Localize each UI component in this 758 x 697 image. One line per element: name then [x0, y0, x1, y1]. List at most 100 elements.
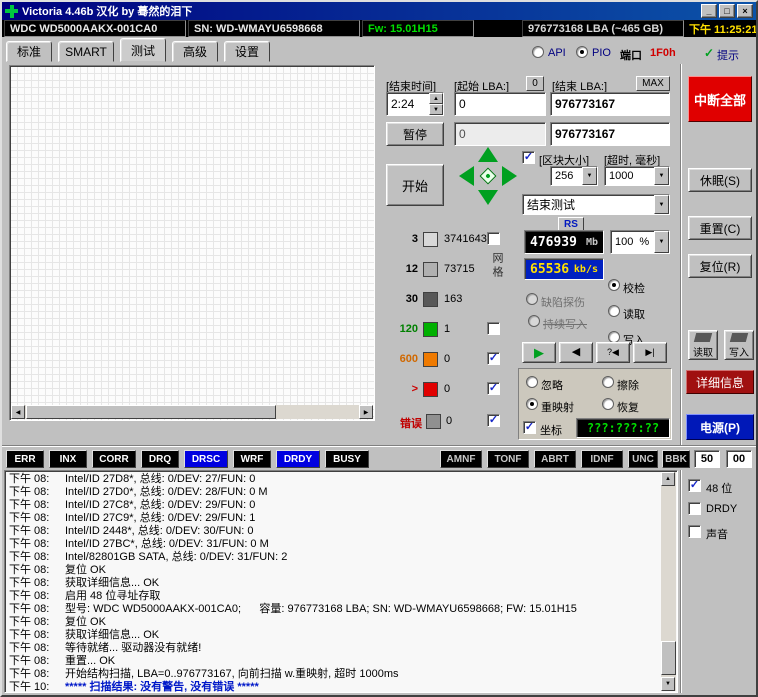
verify-radio[interactable]	[608, 279, 620, 291]
pio-radio[interactable]	[576, 46, 588, 58]
nav-down-icon[interactable]	[478, 190, 498, 205]
block-filter-checkbox[interactable]: ✓	[487, 232, 500, 245]
scan-map-hscrollbar[interactable]: ◀ ▶	[11, 405, 373, 419]
48bit-checkbox[interactable]: ✓	[688, 479, 701, 492]
end-lba-value-2: 976773167	[555, 127, 616, 141]
coordinates-checkbox[interactable]: ✓	[523, 421, 536, 434]
grid-label: 网格	[491, 252, 503, 280]
api-radio[interactable]	[532, 46, 544, 58]
passport-button[interactable]: 详细信息	[686, 370, 754, 394]
chevron-down-icon[interactable]: ▼	[654, 195, 669, 214]
loop-write-radio[interactable]	[528, 315, 540, 327]
end-action-select[interactable]: 结束测试 ▼	[522, 194, 670, 215]
error-swatch-icon	[426, 414, 441, 429]
window-title: Victoria 4.46b 汉化 by 蓦然的泪下	[22, 6, 193, 18]
hint-check-icon[interactable]: ✓	[704, 46, 714, 60]
log-line: 下午 08: 获取详细信息... OK	[9, 629, 160, 641]
minimize-button[interactable]: _	[701, 4, 717, 18]
sound-checkbox[interactable]: ✓	[688, 525, 701, 538]
scroll-up-icon[interactable]: ▲	[661, 472, 675, 486]
start-lba-zero-button[interactable]: 0	[526, 76, 544, 91]
remap-radio[interactable]	[526, 398, 538, 410]
chevron-down-icon[interactable]: ▼	[654, 231, 669, 253]
start-button[interactable]: 开始	[386, 164, 444, 206]
nav-up-icon[interactable]	[478, 147, 498, 162]
block-filter-checkbox[interactable]: ✓	[487, 352, 500, 365]
spin-up-icon[interactable]: ▲	[429, 93, 443, 104]
log-vscrollbar[interactable]: ▲ ▼	[661, 472, 676, 691]
timeout-select[interactable]: 1000 ▼	[604, 166, 670, 186]
scroll-left-icon[interactable]: ◀	[11, 405, 25, 419]
progress-mb-unit: Mb	[585, 236, 598, 248]
nav-left-icon[interactable]	[459, 166, 474, 186]
spin-down-icon[interactable]: ▼	[429, 104, 443, 115]
sleep-button[interactable]: 休眠(S)	[688, 168, 752, 192]
seek-button[interactable]: ?◀	[596, 342, 630, 363]
seek-icon: ?◀	[607, 347, 619, 357]
recall-button[interactable]: 重置(C)	[688, 216, 752, 240]
log-line-result: 下午 10: ***** 扫描结果: 没有警告, 没有错误 *****	[9, 681, 259, 693]
log-line: 下午 08: Intel/ID 27C8*, 总线: 0/DEV: 29/FUN:…	[9, 499, 256, 511]
tab-advanced[interactable]: 高级	[172, 41, 218, 62]
tab-standard[interactable]: 标准	[6, 41, 52, 62]
end-lba-max-button[interactable]: MAX	[636, 76, 670, 91]
ignore-radio[interactable]	[526, 376, 538, 388]
break-all-button[interactable]: 中断全部	[688, 76, 752, 122]
ignore-label: 忽略	[541, 380, 563, 392]
block-color-swatch	[423, 232, 438, 247]
block-count: 163	[444, 293, 463, 305]
progress-mb-display: 476939 Mb	[524, 230, 604, 254]
vscroll-thumb[interactable]	[661, 641, 676, 675]
current-lba-input[interactable]: 0	[454, 122, 546, 146]
log-line: 下午 08: Intel/ID 2448*, 总线: 0/DEV: 30/FUN:…	[9, 525, 254, 537]
block-threshold: 3	[411, 233, 418, 245]
nav-right-icon[interactable]	[502, 166, 517, 186]
chevron-down-icon[interactable]: ▼	[582, 167, 597, 185]
log-line: 下午 08: 获取详细信息... OK	[9, 577, 160, 589]
block-count: 0	[444, 383, 451, 395]
read-mini-button[interactable]: 读取	[688, 330, 718, 360]
scroll-down-icon[interactable]: ▼	[661, 677, 675, 691]
end-time-spinner[interactable]: 2:24 ▲ ▼	[386, 92, 444, 116]
error-filter-checkbox[interactable]: ✓	[487, 414, 500, 427]
progress-mb-value: 476939	[530, 234, 577, 250]
tab-smart[interactable]: SMART	[58, 41, 114, 62]
chevron-down-icon[interactable]: ▼	[654, 167, 669, 185]
block-filter-checkbox[interactable]: ✓	[487, 382, 500, 395]
tab-settings[interactable]: 设置	[224, 41, 270, 62]
step-end-button[interactable]: ▶|	[633, 342, 667, 363]
block-size-select[interactable]: 256 ▼	[550, 166, 598, 186]
hscroll-thumb[interactable]	[26, 405, 276, 419]
start-lba-input[interactable]: 0	[454, 92, 546, 116]
play-button[interactable]: ▶	[522, 342, 556, 363]
pause-button[interactable]: 暂停	[386, 122, 444, 146]
log-line: 下午 08: 启用 48 位寻址存取	[9, 590, 161, 602]
read-radio[interactable]	[608, 305, 620, 317]
restore-radio[interactable]	[602, 398, 614, 410]
drdy-checkbox[interactable]: ✓	[688, 502, 701, 515]
log-line: 下午 08: 型号: WDC WD5000AAKX-001CA0; 容量: 976…	[9, 603, 577, 615]
coordinates-display: ???:???:??	[576, 418, 670, 438]
close-button[interactable]: ×	[737, 4, 753, 18]
end-lba-input[interactable]: 976773167	[550, 92, 670, 116]
power-button[interactable]: 电源(P)	[686, 414, 754, 440]
scroll-right-icon[interactable]: ▶	[359, 405, 373, 419]
block-filter-checkbox[interactable]: ✓	[487, 322, 500, 335]
step-back-button[interactable]: ◀	[559, 342, 593, 363]
block-size-checkbox[interactable]: ✓	[522, 151, 535, 164]
erase-radio[interactable]	[602, 376, 614, 388]
defect-scan-radio[interactable]	[526, 293, 538, 305]
erase-label: 擦除	[617, 380, 639, 392]
maximize-button[interactable]: □	[719, 4, 735, 18]
percent-select[interactable]: 100 % ▼	[610, 230, 670, 254]
end-lba-input-2[interactable]: 976773167	[550, 122, 670, 146]
tab-test[interactable]: 测试	[120, 38, 166, 62]
play-icon: ▶	[534, 345, 544, 360]
error-label: 错误	[400, 418, 422, 430]
reset-button[interactable]: 复位(R)	[688, 254, 752, 278]
write-mini-button[interactable]: 写入	[724, 330, 754, 360]
loop-write-label: 持续写入	[543, 319, 587, 331]
speed-value: 65536	[530, 261, 570, 277]
nav-center-icon[interactable]	[479, 167, 497, 185]
coordinates-label: 坐标	[540, 425, 562, 437]
